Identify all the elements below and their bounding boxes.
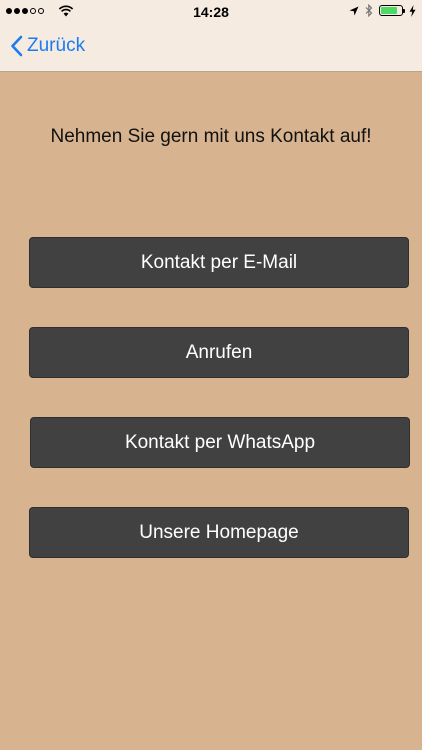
- status-right-group: [349, 4, 416, 17]
- status-bar: 14:28: [0, 0, 422, 24]
- back-button-label: Zurück: [27, 35, 86, 56]
- homepage-button[interactable]: Unsere Homepage: [29, 507, 409, 558]
- chevron-left-icon: [11, 35, 23, 57]
- whatsapp-contact-button[interactable]: Kontakt per WhatsApp: [30, 417, 410, 468]
- battery-cap: [403, 9, 405, 13]
- charging-bolt-icon: [409, 4, 416, 17]
- location-arrow-icon: [349, 6, 359, 15]
- back-button[interactable]: Zurück: [10, 35, 85, 57]
- contact-headline: Nehmen Sie gern mit uns Kontakt auf!: [50, 126, 372, 147]
- email-contact-button[interactable]: Kontakt per E-Mail: [29, 237, 409, 288]
- bluetooth-icon: [365, 4, 373, 17]
- navigation-bar: Zurück: [0, 24, 422, 72]
- call-button[interactable]: Anrufen: [29, 327, 409, 378]
- battery-icon: [379, 5, 405, 16]
- battery-level-fill: [381, 7, 397, 14]
